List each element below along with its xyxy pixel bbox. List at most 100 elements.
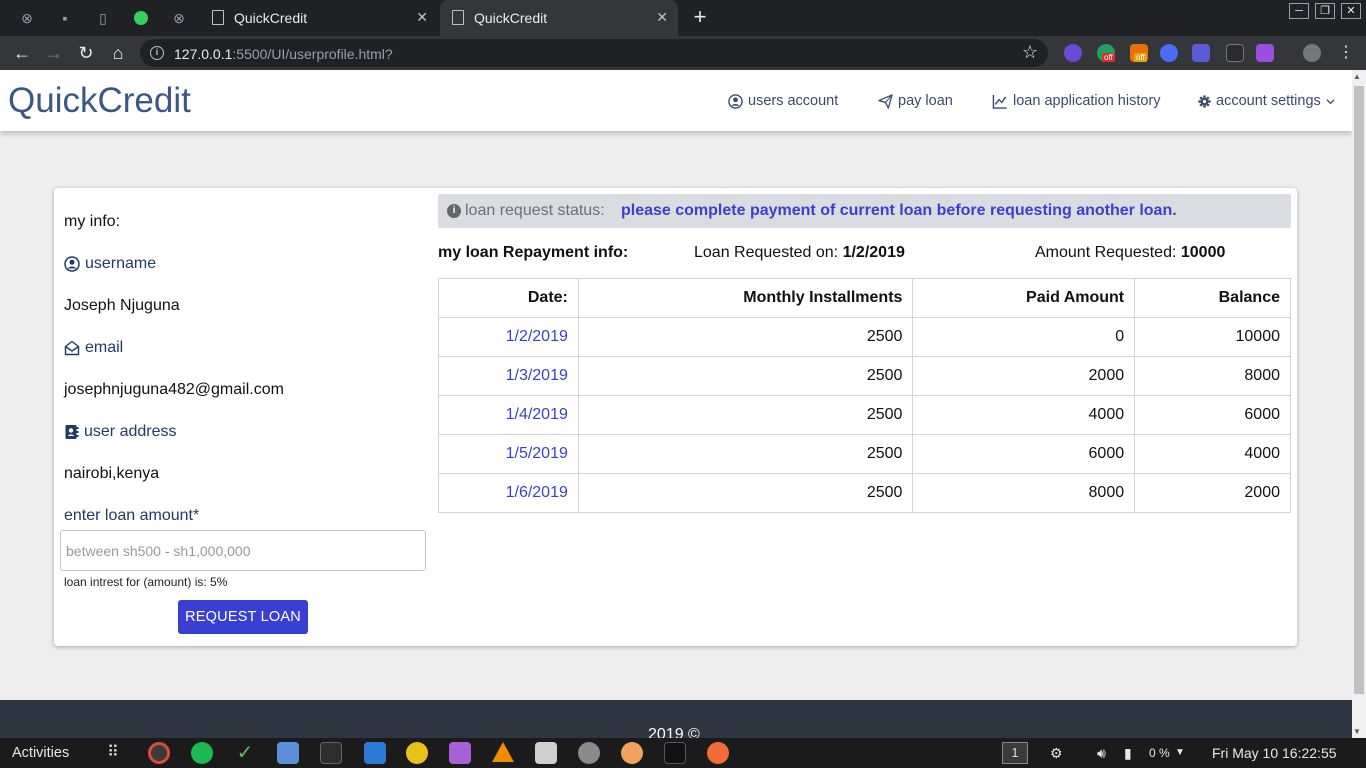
- paid-cell: 2000: [912, 356, 1136, 396]
- nav-link-label: users account: [748, 93, 839, 109]
- scrollbar-thumb[interactable]: [1354, 86, 1364, 694]
- pinned-tab-icon[interactable]: ▪: [51, 6, 79, 30]
- nav-pay-loan[interactable]: pay loan: [878, 93, 953, 109]
- home-icon[interactable]: ⌂: [106, 41, 130, 65]
- column-header: Paid Amount: [912, 278, 1136, 318]
- vlc-icon[interactable]: [492, 742, 514, 762]
- loan-amount-input[interactable]: [60, 530, 426, 571]
- user-circle-icon: [728, 93, 743, 109]
- site-footer: 2019 ©: [0, 700, 1352, 738]
- address-book-icon: [65, 425, 79, 439]
- image-viewer-icon[interactable]: [621, 742, 643, 764]
- site-navbar: QuickCredit users account pay loan loan …: [0, 70, 1352, 131]
- system-tray-icon[interactable]: ⚙: [1050, 745, 1063, 762]
- url-text: 127.0.0.1:5500/UI/userprofile.html?: [174, 46, 393, 62]
- request-loan-button[interactable]: REQUEST LOAN: [178, 600, 308, 634]
- close-window-button[interactable]: ✕: [1341, 3, 1361, 19]
- battery-percentage: 0 %: [1149, 746, 1170, 760]
- document-app-icon[interactable]: [449, 742, 471, 764]
- status-label: loan request status:: [465, 202, 605, 219]
- extension-icon[interactable]: [1256, 44, 1274, 62]
- balance-cell: 8000: [1134, 356, 1291, 396]
- reload-icon[interactable]: ↻: [74, 41, 98, 65]
- pinned-tab-icon[interactable]: ▯: [89, 6, 117, 30]
- table-row: 1/2/2019 2500 0 10000: [438, 317, 1291, 357]
- bookmark-star-icon[interactable]: ☆: [1022, 42, 1038, 63]
- nav-account-settings[interactable]: account settings: [1198, 93, 1335, 109]
- calculator-icon[interactable]: [535, 742, 557, 764]
- extension-badge: off: [1102, 53, 1115, 62]
- paid-cell: 6000: [912, 434, 1136, 474]
- chrome-icon[interactable]: [148, 742, 170, 764]
- workspace-indicator[interactable]: 1: [1002, 742, 1028, 764]
- date-cell[interactable]: 1/5/2019: [438, 434, 579, 474]
- battery-icon[interactable]: ▮: [1124, 745, 1132, 762]
- profile-card: my info: username Joseph Njuguna email j…: [54, 188, 1297, 646]
- browser-toolbar: ← → ↻ ⌂ i 127.0.0.1:5500/UI/userprofile.…: [0, 36, 1366, 70]
- vscode-icon[interactable]: [364, 742, 386, 764]
- activities-button[interactable]: Activities: [12, 745, 69, 761]
- files-folder-icon[interactable]: [277, 742, 299, 764]
- forward-icon[interactable]: →: [42, 41, 66, 65]
- close-icon[interactable]: ✕: [416, 9, 428, 26]
- extension-icon[interactable]: [1064, 44, 1082, 62]
- pinned-tab-icon[interactable]: ⊗: [13, 6, 41, 30]
- date-cell[interactable]: 1/2/2019: [438, 317, 579, 357]
- maximize-button[interactable]: ❐: [1315, 3, 1335, 19]
- address-bar[interactable]: i 127.0.0.1:5500/UI/userprofile.html? ☆: [140, 39, 1048, 67]
- extension-icon[interactable]: [1160, 44, 1178, 62]
- media-app-icon[interactable]: [406, 742, 428, 764]
- back-icon[interactable]: ←: [10, 41, 34, 65]
- volume-icon[interactable]: 🔊︎: [1097, 745, 1106, 762]
- column-header: Monthly Installments: [577, 278, 914, 318]
- nav-link-label: account settings: [1216, 93, 1321, 109]
- tab-title: QuickCredit: [474, 10, 548, 26]
- brand-logo[interactable]: QuickCredit: [8, 81, 191, 121]
- loan-status-alert: i loan request status: please complete p…: [438, 194, 1291, 228]
- user-info-panel: my info: username Joseph Njuguna email j…: [54, 188, 434, 646]
- terminal-icon[interactable]: [664, 742, 686, 764]
- date-cell[interactable]: 1/4/2019: [438, 395, 579, 435]
- date-cell[interactable]: 1/3/2019: [438, 356, 579, 396]
- page-icon: [212, 10, 224, 25]
- repayment-heading: my loan Repayment info:: [438, 244, 629, 261]
- new-tab-button[interactable]: +: [688, 5, 712, 29]
- scroll-up-arrow-icon[interactable]: ▲: [1353, 72, 1361, 81]
- browser-tab-active[interactable]: QuickCredit ✕: [440, 0, 678, 36]
- profile-avatar[interactable]: [1303, 44, 1321, 62]
- tasks-check-icon[interactable]: ✓: [234, 742, 256, 764]
- pinned-tab-icon[interactable]: [127, 6, 155, 30]
- balance-cell: 4000: [1134, 434, 1291, 474]
- extension-badge: off: [1134, 53, 1147, 62]
- close-icon[interactable]: ✕: [656, 9, 668, 26]
- address-value: nairobi,kenya: [64, 465, 160, 482]
- pinned-tab-icon[interactable]: ⊗: [165, 6, 193, 30]
- extension-icon[interactable]: [1226, 44, 1244, 62]
- date-cell[interactable]: 1/6/2019: [438, 473, 579, 513]
- nav-loan-application-history[interactable]: loan application history: [992, 93, 1161, 109]
- gear-icon: [1198, 94, 1211, 108]
- installment-cell: 2500: [577, 434, 914, 474]
- installment-cell: 2500: [577, 356, 914, 396]
- table-row: 1/6/2019 2500 8000 2000: [438, 473, 1291, 513]
- nav-users-account[interactable]: users account: [728, 93, 838, 109]
- info-circle-icon: i: [447, 204, 461, 218]
- installment-cell: 2500: [577, 473, 914, 513]
- balance-cell: 2000: [1134, 473, 1291, 513]
- scroll-down-arrow-icon[interactable]: ▼: [1353, 727, 1361, 736]
- tab-title: QuickCredit: [234, 10, 308, 26]
- table-row: 1/3/2019 2500 2000 8000: [438, 356, 1291, 396]
- clock[interactable]: Fri May 10 16:22:55: [1212, 745, 1337, 761]
- settings-app-icon[interactable]: [578, 742, 600, 764]
- menu-icon[interactable]: ⋮: [1334, 41, 1358, 65]
- browser-tab[interactable]: QuickCredit ✕: [200, 0, 438, 36]
- extension-icon[interactable]: [1192, 44, 1210, 62]
- line-chart-icon: [992, 94, 1007, 109]
- postman-icon[interactable]: [707, 742, 729, 764]
- minimize-button[interactable]: ─: [1289, 3, 1309, 19]
- chevron-down-icon[interactable]: ▼: [1175, 747, 1185, 758]
- terminal-icon[interactable]: [320, 742, 342, 764]
- spotify-icon[interactable]: [191, 742, 213, 764]
- info-icon[interactable]: i: [150, 46, 164, 60]
- app-grid-icon[interactable]: ⠿: [102, 742, 124, 764]
